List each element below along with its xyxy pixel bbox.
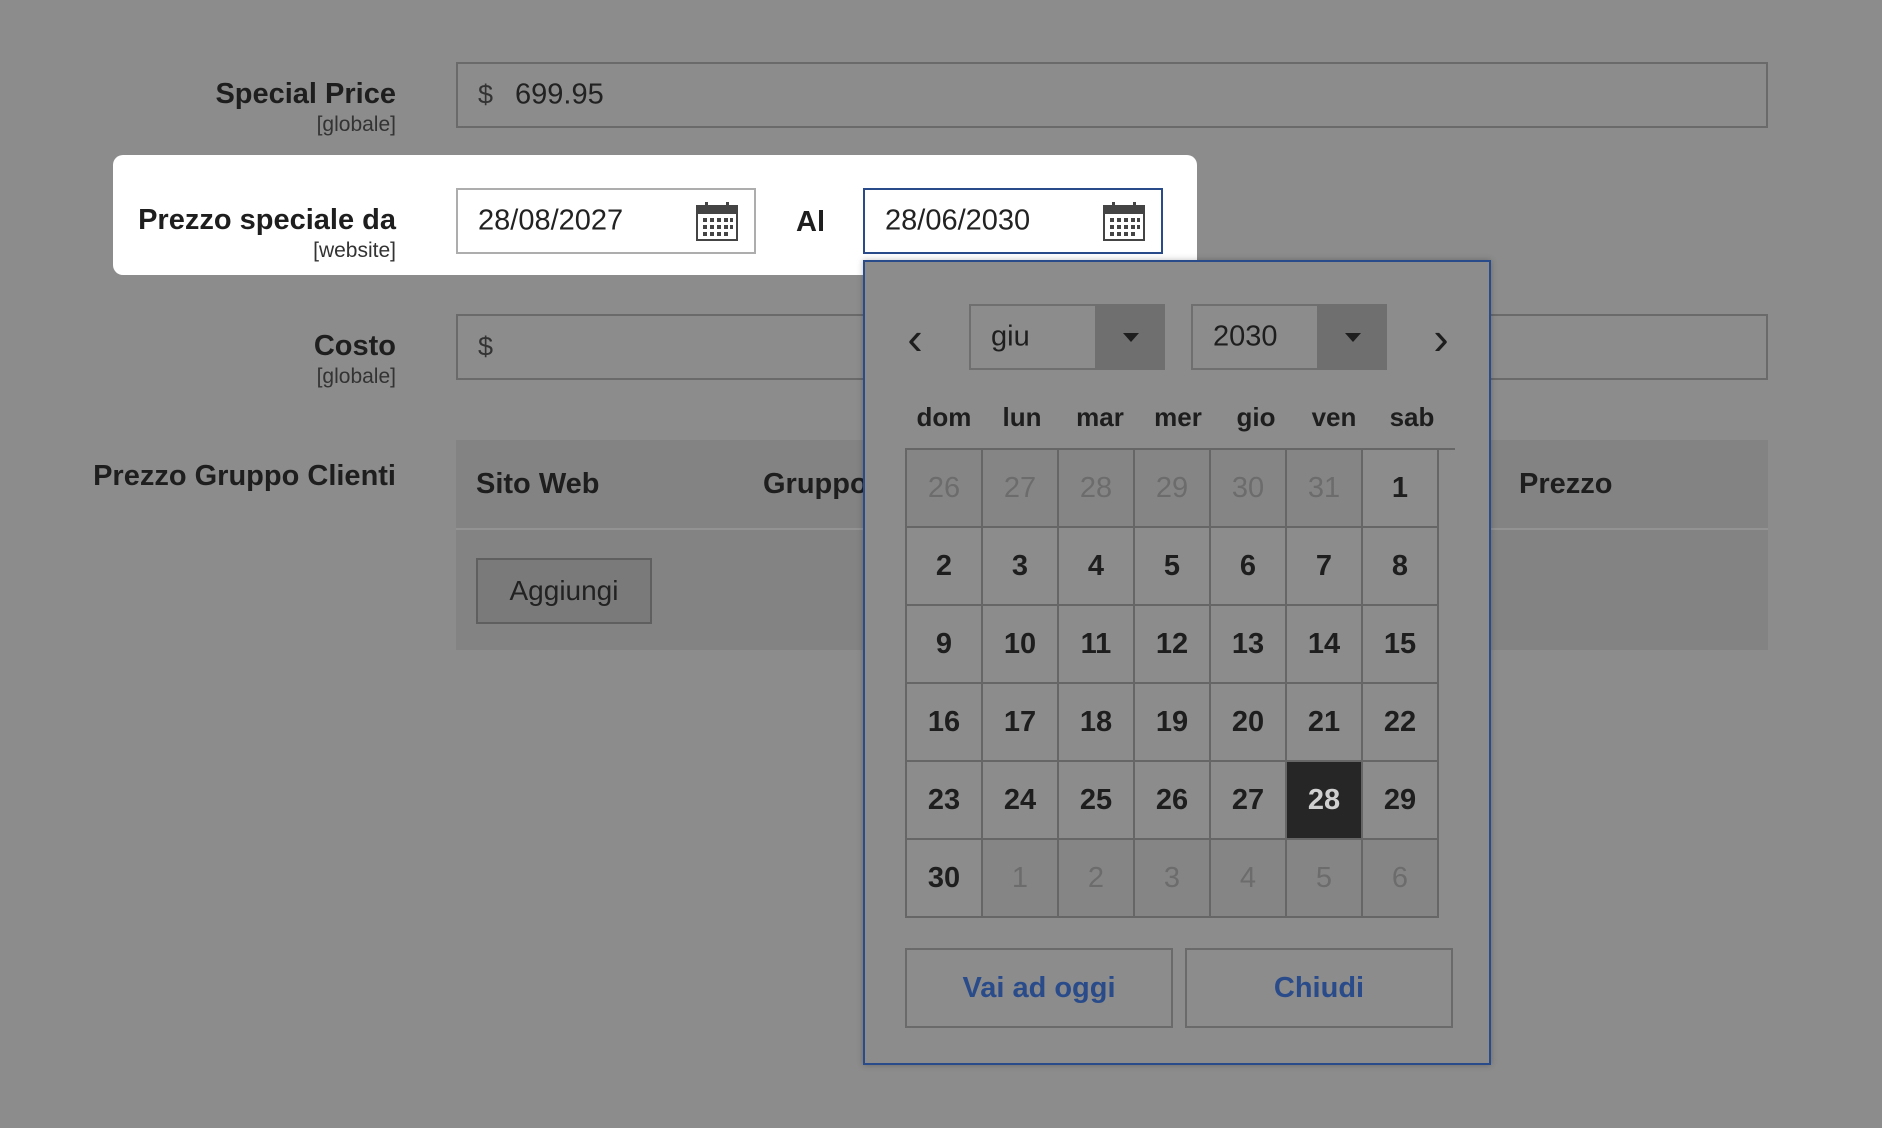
weekday-label: lun xyxy=(1002,402,1042,432)
calendar-day[interactable]: 18 xyxy=(1059,684,1135,762)
special-price-label: Special Price xyxy=(215,78,396,110)
calendar-day[interactable]: 14 xyxy=(1287,606,1363,684)
calendar-day[interactable]: 10 xyxy=(983,606,1059,684)
calendar-day[interactable]: 4 xyxy=(1059,528,1135,606)
calendar-day-other-month[interactable]: 6 xyxy=(1363,840,1439,918)
month-value: giu xyxy=(991,320,1030,353)
calendar-day[interactable]: 6 xyxy=(1211,528,1287,606)
calendar-day-other-month[interactable]: 5 xyxy=(1287,840,1363,918)
calendar-day[interactable]: 7 xyxy=(1287,528,1363,606)
weekday-label: sab xyxy=(1389,402,1435,432)
special-to-label: Al xyxy=(796,206,825,238)
calendar-day[interactable]: 3 xyxy=(983,528,1059,606)
special-price-scope: [globale] xyxy=(316,113,396,136)
chevron-left-icon[interactable]: ‹ xyxy=(895,310,935,366)
calendar-day[interactable]: 22 xyxy=(1363,684,1439,762)
special-to-date-input[interactable]: 28/06/2030 xyxy=(863,188,1163,254)
calendar-day[interactable]: 20 xyxy=(1211,684,1287,762)
calendar-day-other-month[interactable]: 3 xyxy=(1135,840,1211,918)
calendar-day[interactable]: 1 xyxy=(1363,450,1439,528)
chevron-right-icon[interactable]: › xyxy=(1421,310,1461,366)
calendar-day[interactable]: 21 xyxy=(1287,684,1363,762)
add-tier-price-button[interactable]: Aggiungi xyxy=(476,558,652,624)
special-price-input[interactable]: $ 699.95 xyxy=(456,62,1768,128)
currency-symbol: $ xyxy=(478,79,494,110)
dropdown-arrow-icon xyxy=(1095,306,1163,368)
special-price-from-scope: [website] xyxy=(313,239,396,262)
currency-symbol: $ xyxy=(478,331,494,362)
calendar-day[interactable]: 15 xyxy=(1363,606,1439,684)
calendar-day[interactable]: 8 xyxy=(1363,528,1439,606)
weekday-label: ven xyxy=(1311,402,1357,432)
calendar-day-other-month[interactable]: 27 xyxy=(983,450,1059,528)
calendar-icon[interactable] xyxy=(1103,201,1145,241)
weekday-label: gio xyxy=(1236,402,1276,432)
calendar-day[interactable]: 23 xyxy=(907,762,983,840)
calendar-day[interactable]: 16 xyxy=(907,684,983,762)
year-value: 2030 xyxy=(1213,320,1278,353)
column-price: Prezzo xyxy=(1519,468,1613,500)
calendar-day[interactable]: 19 xyxy=(1135,684,1211,762)
close-button[interactable]: Chiudi xyxy=(1185,948,1453,1028)
special-price-from-label: Prezzo speciale da xyxy=(138,204,396,236)
calendar-day-other-month[interactable]: 30 xyxy=(1211,450,1287,528)
month-select[interactable]: giu xyxy=(969,304,1165,370)
calendar-day[interactable]: 25 xyxy=(1059,762,1135,840)
calendar-day-other-month[interactable]: 31 xyxy=(1287,450,1363,528)
calendar-day-other-month[interactable]: 1 xyxy=(983,840,1059,918)
calendar-day[interactable]: 27 xyxy=(1211,762,1287,840)
special-from-date-value: 28/08/2027 xyxy=(478,204,624,237)
calendar-day[interactable]: 29 xyxy=(1363,762,1439,840)
special-to-date-value: 28/06/2030 xyxy=(885,204,1031,237)
calendar-day[interactable]: 2 xyxy=(907,528,983,606)
calendar-day[interactable]: 11 xyxy=(1059,606,1135,684)
calendar-day[interactable]: 12 xyxy=(1135,606,1211,684)
calendar-day[interactable]: 5 xyxy=(1135,528,1211,606)
calendar-day-other-month[interactable]: 4 xyxy=(1211,840,1287,918)
weekday-label: dom xyxy=(916,402,972,432)
calendar-grid: 26 27 28 29 30 31 1 2 3 4 5 6 7 8 9 10 11 12 13 14 15 16 17 18 1… xyxy=(905,448,1455,918)
calendar-day-other-month[interactable]: 26 xyxy=(907,450,983,528)
cost-scope: [globale] xyxy=(316,365,396,388)
calendar-day-selected[interactable]: 28 xyxy=(1287,762,1363,840)
calendar-day-other-month[interactable]: 28 xyxy=(1059,450,1135,528)
weekday-label: mar xyxy=(1076,402,1124,432)
go-today-button[interactable]: Vai ad oggi xyxy=(905,948,1173,1028)
year-select[interactable]: 2030 xyxy=(1191,304,1387,370)
calendar-day[interactable]: 17 xyxy=(983,684,1059,762)
weekday-label: mer xyxy=(1154,402,1202,432)
calendar-day[interactable]: 9 xyxy=(907,606,983,684)
column-group: Gruppo xyxy=(763,468,868,500)
calendar-day[interactable]: 24 xyxy=(983,762,1059,840)
calendar-day-other-month[interactable]: 29 xyxy=(1135,450,1211,528)
calendar-day-other-month[interactable]: 2 xyxy=(1059,840,1135,918)
calendar-day[interactable]: 13 xyxy=(1211,606,1287,684)
special-price-value: 699.95 xyxy=(515,78,604,111)
calendar-day[interactable]: 30 xyxy=(907,840,983,918)
dropdown-arrow-icon xyxy=(1317,306,1385,368)
datepicker-popup: ‹ giu 2030 › dom lun mar mer gio ven sab 26 27 2… xyxy=(863,260,1491,1065)
tier-price-label: Prezzo Gruppo Clienti xyxy=(93,460,396,492)
special-from-date-input[interactable]: 28/08/2027 xyxy=(456,188,756,254)
calendar-day[interactable]: 26 xyxy=(1135,762,1211,840)
column-website: Sito Web xyxy=(476,468,600,500)
calendar-icon[interactable] xyxy=(696,201,738,241)
weekday-header: dom lun mar mer gio ven sab xyxy=(905,402,1451,442)
cost-label: Costo xyxy=(313,330,396,362)
